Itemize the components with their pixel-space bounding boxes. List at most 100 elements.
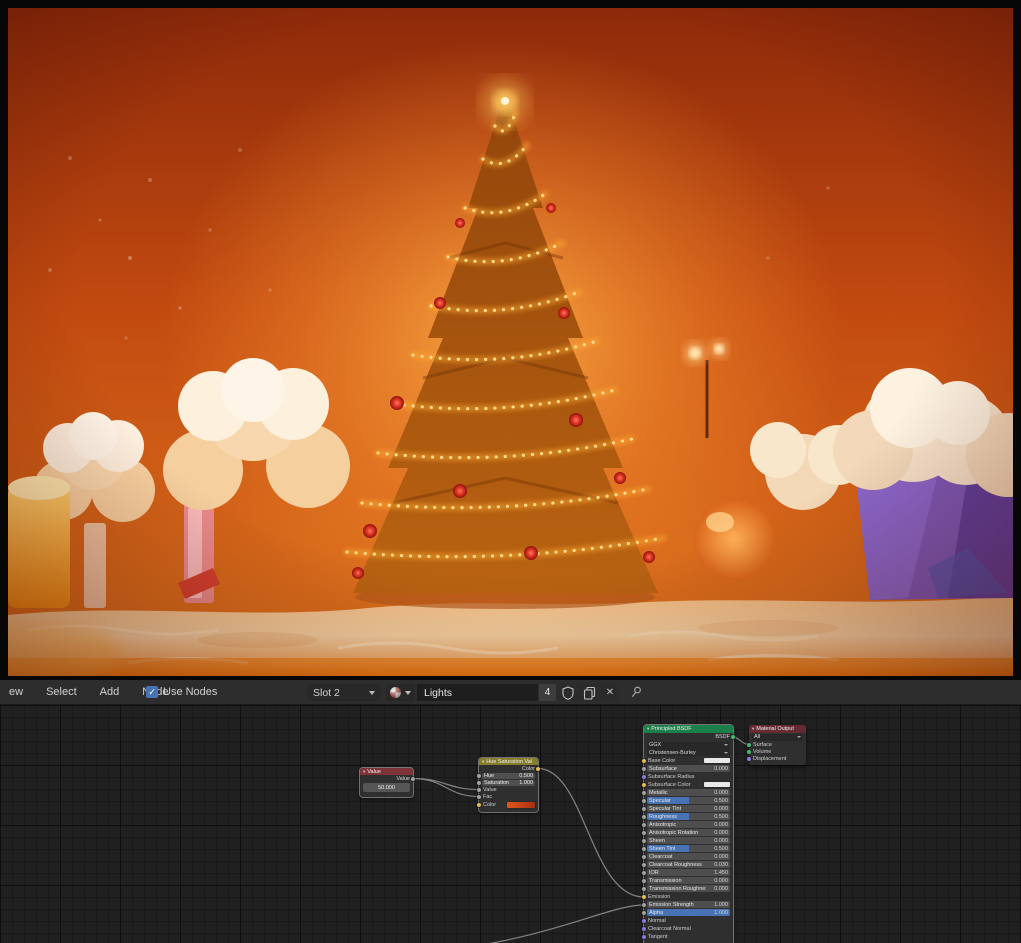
browse-material-button[interactable] — [386, 684, 415, 701]
material-users-count-button[interactable]: 4 — [539, 684, 556, 701]
clearcoat-roughness-slider[interactable]: Clearcoat Roughness 0.030 — [647, 861, 730, 868]
collapse-icon[interactable]: ▾ — [363, 769, 365, 775]
color-swatch[interactable] — [507, 801, 535, 808]
fake-user-button[interactable] — [557, 684, 578, 701]
subsurface-color-input-socket[interactable] — [642, 782, 646, 787]
transmission-roughness-input-socket[interactable] — [642, 886, 646, 891]
clearcoat-input-socket[interactable] — [642, 854, 646, 859]
3d-viewport[interactable] — [0, 0, 1021, 680]
transmission-slider[interactable]: Transmission 0.000 — [647, 877, 730, 884]
material-slot-select[interactable]: Slot 2 — [307, 684, 381, 701]
displacement-input-socket[interactable] — [747, 756, 751, 761]
shader-node-editor-canvas[interactable]: ▾ Value Value 50.000 ▾ Hue Saturation Va… — [0, 705, 1021, 943]
saturation-slider[interactable]: Saturation 1.000 — [482, 779, 535, 786]
hsv-node-header[interactable]: ▾ Hue Saturation Val — [479, 758, 538, 765]
normal-input-socket[interactable] — [642, 918, 646, 923]
value-output-socket[interactable] — [411, 776, 415, 781]
bsdf-output-row: BSDF — [647, 733, 735, 741]
base-color-input-socket[interactable] — [642, 758, 646, 763]
saturation-input-socket[interactable] — [477, 780, 481, 785]
specular-tint-input-socket[interactable] — [642, 806, 646, 811]
value-node[interactable]: ▾ Value Value 50.000 — [360, 768, 415, 797]
material-output-header[interactable]: ▾ Material Output — [749, 725, 806, 733]
sheen-tint-input-socket[interactable] — [642, 846, 646, 851]
unlink-material-button[interactable]: ✕ — [601, 684, 619, 701]
roughness-input-socket[interactable] — [642, 814, 646, 819]
row-label: Roughness — [649, 813, 677, 820]
row-value: 0.030 — [714, 861, 728, 868]
principled-bsdf-node[interactable]: ▾ Principled BSDF BSDF GGX Christensen-B… — [642, 725, 735, 943]
emission-input-socket[interactable] — [642, 894, 646, 899]
sheen-tint-slider[interactable]: Sheen Tint 0.500 — [647, 845, 730, 852]
ior-input-socket[interactable] — [642, 870, 646, 875]
bsdf-output-socket[interactable] — [731, 735, 735, 739]
hue-saturation-value-node[interactable]: ▾ Hue Saturation Val Color Hue 0.500 Satu… — [477, 758, 540, 812]
row-value: 0.000 — [714, 789, 728, 796]
principled-row-subsurface-radius: Subsurface Radius — [642, 773, 730, 781]
ior-slider[interactable]: IOR 1.450 — [647, 869, 730, 876]
metallic-slider[interactable]: Metallic 0.000 — [647, 789, 730, 796]
hsv-color-output-socket[interactable] — [536, 766, 540, 771]
subsurface-color-color-swatch[interactable] — [704, 781, 730, 788]
clearcoat-slider[interactable]: Clearcoat 0.000 — [647, 853, 730, 860]
pin-button[interactable] — [629, 684, 645, 701]
volume-input-socket[interactable] — [747, 749, 751, 754]
color-input-socket[interactable] — [477, 802, 481, 807]
subsurface-method-dropdown[interactable]: Christensen-Burley — [647, 749, 730, 756]
material-output-node[interactable]: ▾ Material Output All Surface Volume Dis… — [747, 725, 806, 765]
hue-slider[interactable]: Hue 0.500 — [482, 772, 535, 779]
value-node-header[interactable]: ▾ Value — [360, 768, 413, 775]
menu-add[interactable]: Add — [94, 686, 126, 698]
use-nodes-toggle[interactable]: ✓ Use Nodes — [146, 680, 217, 704]
chevron-down-icon — [797, 736, 801, 738]
distribution-dropdown[interactable]: GGX — [647, 741, 730, 749]
base-color-color-swatch[interactable] — [704, 757, 730, 764]
roughness-slider[interactable]: Roughness 0.500 — [647, 813, 730, 820]
subsurface-input-socket[interactable] — [642, 766, 646, 771]
fac-input-socket[interactable] — [477, 794, 481, 799]
principled-row-subsurface-color: Subsurface Color — [642, 781, 730, 789]
output-target-dropdown[interactable]: All — [752, 733, 803, 741]
value-number-slider[interactable]: 50.000 — [363, 783, 410, 792]
principled-node-header[interactable]: ▾ Principled BSDF — [644, 725, 733, 733]
menu-view[interactable]: ew — [3, 686, 29, 698]
specular-slider[interactable]: Specular 0.500 — [647, 797, 730, 804]
new-material-button[interactable] — [579, 684, 600, 701]
anisotropic-rotation-input-socket[interactable] — [642, 830, 646, 835]
clearcoat-roughness-input-socket[interactable] — [642, 862, 646, 867]
hsv-value-row: Value — [477, 786, 535, 793]
surface-input-socket[interactable] — [747, 742, 751, 747]
row-label: Sheen — [649, 837, 665, 844]
collapse-icon[interactable]: ▾ — [752, 726, 754, 732]
row-value: 0.000 — [714, 885, 728, 892]
menu-select[interactable]: Select — [40, 686, 83, 698]
subsurface-radius-input-socket[interactable] — [642, 774, 646, 779]
row-label: Tangent — [648, 933, 668, 940]
principled-row-clearcoat-normal: Clearcoat Normal — [642, 925, 730, 933]
hue-input-socket[interactable] — [477, 773, 481, 778]
emission-strength-input-socket[interactable] — [642, 902, 646, 907]
anisotropic-rotation-slider[interactable]: Anisotropic Rotation 0.000 — [647, 829, 730, 836]
clearcoat-normal-input-socket[interactable] — [642, 926, 646, 931]
principled-row-alpha: Alpha 1.000 — [642, 909, 730, 917]
anisotropic-slider[interactable]: Anisotropic 0.000 — [647, 821, 730, 828]
specular-input-socket[interactable] — [642, 798, 646, 803]
anisotropic-input-socket[interactable] — [642, 822, 646, 827]
alpha-slider[interactable]: Alpha 1.000 — [647, 909, 730, 916]
viewport-render — [8, 8, 1013, 676]
subsurface-slider[interactable]: Subsurface 0.000 — [647, 765, 730, 772]
collapse-icon[interactable]: ▾ — [482, 759, 484, 765]
collapse-icon[interactable]: ▾ — [647, 726, 649, 732]
tangent-input-socket[interactable] — [642, 934, 646, 939]
sheen-slider[interactable]: Sheen 0.000 — [647, 837, 730, 844]
transmission-input-socket[interactable] — [642, 878, 646, 883]
metallic-input-socket[interactable] — [642, 790, 646, 795]
sheen-input-socket[interactable] — [642, 838, 646, 843]
emission-strength-slider[interactable]: Emission Strength 1.000 — [647, 901, 730, 908]
alpha-input-socket[interactable] — [642, 910, 646, 915]
use-nodes-label: Use Nodes — [163, 686, 218, 698]
specular-tint-slider[interactable]: Specular Tint 0.000 — [647, 805, 730, 812]
value-input-socket[interactable] — [477, 787, 481, 792]
material-name-field[interactable]: Lights — [417, 684, 538, 701]
transmission-roughness-slider[interactable]: Transmission Roughness 0.000 — [647, 885, 730, 892]
